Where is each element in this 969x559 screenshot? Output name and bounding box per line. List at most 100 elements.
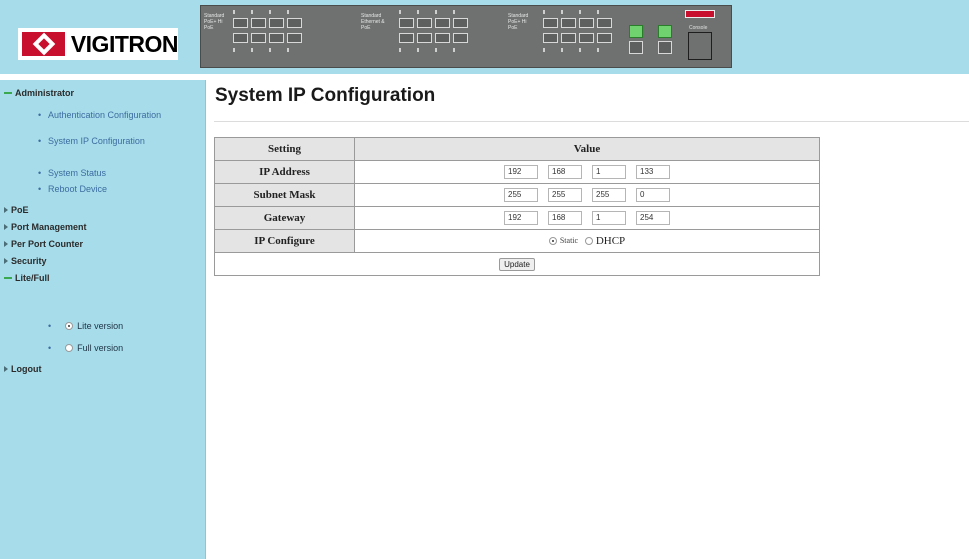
lite-version-option[interactable]: • Lite version — [48, 321, 123, 331]
table-row: Update — [214, 252, 820, 276]
table-row: IP Configure Static DHCP — [214, 229, 820, 253]
main-content: System IP Configuration Setting Value IP… — [208, 80, 969, 559]
port-icon[interactable] — [233, 18, 248, 28]
port-icon[interactable] — [251, 33, 266, 43]
port-icon[interactable] — [269, 33, 284, 43]
port-icon[interactable] — [453, 18, 468, 28]
ip-address-label: IP Address — [214, 160, 355, 184]
sfp-port-icon[interactable] — [658, 25, 672, 38]
logo-text: VIGITRON — [70, 30, 179, 57]
sidebar-item-system-status[interactable]: System Status — [38, 168, 106, 178]
sfp-port-icon[interactable] — [629, 25, 643, 38]
subnet-mask-octet-1-input[interactable]: 255 — [504, 188, 538, 202]
dhcp-option[interactable]: DHCP — [584, 235, 625, 247]
port-icon[interactable] — [287, 18, 302, 28]
port-icon[interactable] — [561, 33, 576, 43]
collapsed-arrow-icon — [4, 241, 8, 247]
subnet-mask-octet-4-input[interactable]: 0 — [636, 188, 670, 202]
port-icon[interactable] — [269, 18, 284, 28]
sidebar-item-system-ip-configuration[interactable]: System IP Configuration — [38, 136, 145, 146]
port-icon[interactable] — [287, 33, 302, 43]
full-version-radio[interactable] — [65, 344, 74, 352]
port-icon[interactable] — [417, 33, 432, 43]
sfp-port-icon[interactable] — [658, 41, 672, 54]
static-option[interactable]: Static — [548, 236, 578, 245]
sfp-port-icon[interactable] — [629, 41, 643, 54]
gateway-octet-4-input[interactable]: 254 — [636, 211, 670, 225]
update-cell: Update — [214, 252, 820, 276]
port-icon[interactable] — [435, 33, 450, 43]
dhcp-radio[interactable] — [584, 236, 593, 245]
header-banner: VIGITRON Standard PoE+ Hi PoE Standard E… — [0, 0, 969, 74]
sidebar-item-administrator[interactable]: Administrator — [4, 88, 74, 98]
ip-address-octet-1-input[interactable]: 192 — [504, 165, 538, 179]
ip-config-table: Setting Value IP Address 192 168 1 133 Subn… — [214, 137, 820, 276]
table-header-row: Setting Value — [214, 137, 820, 161]
expanded-icon — [4, 92, 12, 94]
page-title: System IP Configuration — [215, 85, 436, 106]
ip-configure-value: Static DHCP — [354, 229, 820, 253]
port-icon[interactable] — [251, 18, 266, 28]
collapsed-arrow-icon — [4, 258, 8, 264]
subnet-mask-value: 255 255 255 0 — [354, 183, 820, 207]
gateway-octet-1-input[interactable]: 192 — [504, 211, 538, 225]
port-icon[interactable] — [561, 18, 576, 28]
table-row: IP Address 192 168 1 133 — [214, 160, 820, 184]
port-icon[interactable] — [453, 33, 468, 43]
subnet-mask-label: Subnet Mask — [214, 183, 355, 207]
port-icon[interactable] — [579, 33, 594, 43]
port-icon[interactable] — [399, 18, 414, 28]
ip-configure-label: IP Configure — [214, 229, 355, 253]
table-row: Subnet Mask 255 255 255 0 — [214, 183, 820, 207]
lite-version-radio[interactable] — [65, 322, 74, 330]
expanded-icon — [4, 277, 12, 279]
console-label: Console — [689, 25, 708, 31]
subnet-mask-octet-2-input[interactable]: 255 — [548, 188, 582, 202]
vigitron-logo: VIGITRON — [18, 28, 179, 60]
port-group-label: Standard PoE+ Hi PoE — [508, 13, 529, 31]
port-icon[interactable] — [233, 33, 248, 43]
port-icon[interactable] — [417, 18, 432, 28]
sidebar-item-security[interactable]: Security — [4, 256, 47, 266]
static-radio[interactable] — [548, 236, 557, 245]
ip-address-octet-4-input[interactable]: 133 — [636, 165, 670, 179]
sidebar: Administrator Authentication Configurati… — [0, 80, 206, 559]
port-icon[interactable] — [435, 18, 450, 28]
poe-led-badge — [685, 10, 715, 18]
title-divider — [214, 121, 969, 122]
update-button[interactable]: Update — [499, 257, 535, 271]
ip-address-octet-3-input[interactable]: 1 — [592, 165, 626, 179]
port-icon[interactable] — [597, 18, 612, 28]
console-port-icon[interactable] — [688, 32, 712, 60]
gateway-value: 192 168 1 254 — [354, 206, 820, 230]
table-row: Gateway 192 168 1 254 — [214, 206, 820, 230]
column-header-value: Value — [354, 137, 820, 161]
sidebar-item-logout[interactable]: Logout — [4, 364, 42, 374]
port-icon[interactable] — [579, 18, 594, 28]
port-group-label: Standard Ethernet & PoE — [361, 13, 385, 31]
subnet-mask-octet-3-input[interactable]: 255 — [592, 188, 626, 202]
ip-address-value: 192 168 1 133 — [354, 160, 820, 184]
port-icon[interactable] — [597, 33, 612, 43]
gateway-label: Gateway — [214, 206, 355, 230]
sidebar-item-reboot-device[interactable]: Reboot Device — [38, 184, 107, 194]
gateway-octet-3-input[interactable]: 1 — [592, 211, 626, 225]
logo-mark-icon — [22, 32, 65, 56]
ip-address-octet-2-input[interactable]: 168 — [548, 165, 582, 179]
collapsed-arrow-icon — [4, 366, 8, 372]
sidebar-item-per-port-counter[interactable]: Per Port Counter — [4, 239, 83, 249]
collapsed-arrow-icon — [4, 207, 8, 213]
port-icon[interactable] — [543, 18, 558, 28]
port-group-label: Standard PoE+ Hi PoE — [204, 13, 225, 31]
port-icon[interactable] — [399, 33, 414, 43]
switch-front-panel: Standard PoE+ Hi PoE Standard Ethernet &… — [200, 5, 732, 68]
port-icon[interactable] — [543, 33, 558, 43]
full-version-option[interactable]: • Full version — [48, 343, 123, 353]
sidebar-item-authentication-configuration[interactable]: Authentication Configuration — [38, 110, 161, 120]
sidebar-item-lite-full[interactable]: Lite/Full — [4, 273, 50, 283]
sidebar-item-port-management[interactable]: Port Management — [4, 222, 87, 232]
collapsed-arrow-icon — [4, 224, 8, 230]
gateway-octet-2-input[interactable]: 168 — [548, 211, 582, 225]
column-header-setting: Setting — [214, 137, 355, 161]
sidebar-item-poe[interactable]: PoE — [4, 205, 29, 215]
